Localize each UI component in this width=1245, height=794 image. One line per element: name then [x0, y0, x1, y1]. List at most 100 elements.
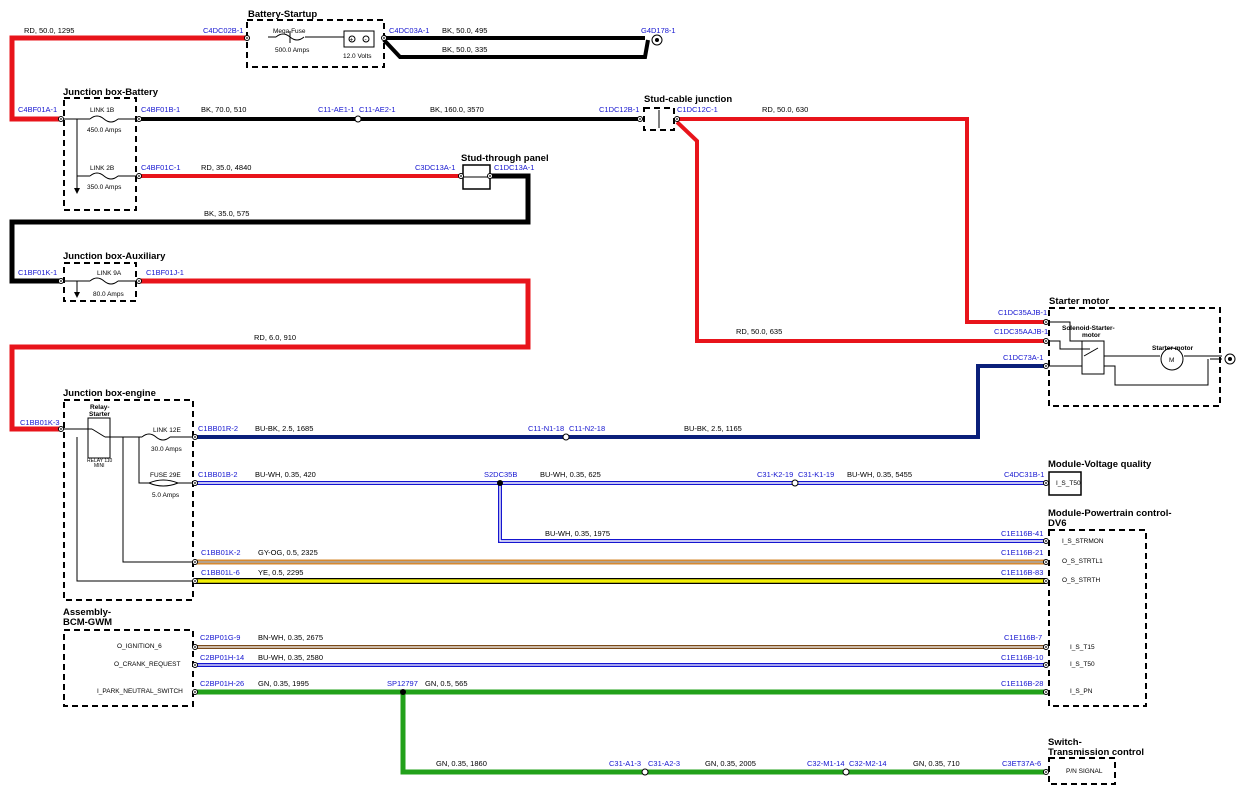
terminal-pin-dot: [138, 175, 140, 177]
wire-bubk-1685[interactable]: [195, 364, 1046, 439]
wire-rd-635[interactable]: [675, 120, 1046, 343]
conn-c11ae21[interactable]: C11-AE2-1: [359, 105, 396, 114]
conn-c1bb01k2[interactable]: C1BB01K-2: [201, 548, 241, 557]
wire-label: BU-BK, 2.5, 1685: [255, 424, 313, 433]
title-module-pcm: Module-Powertrain control-: [1048, 508, 1172, 519]
conn-c1dc13a1[interactable]: C1DC13A-1: [494, 163, 534, 172]
terminal-pin-dot: [460, 175, 462, 177]
title-battery-startup: Battery-Startup: [248, 9, 317, 20]
pin-t15: I_S_T15: [1070, 644, 1095, 651]
conn-c11n118[interactable]: C11-N1-18: [528, 424, 564, 433]
jb-engine-internals: [61, 417, 195, 582]
conn-c1e116b7[interactable]: C1E116B-7: [1004, 633, 1042, 642]
link-12e: LINK 12E: [153, 427, 181, 434]
terminal-pin-dot: [138, 280, 140, 282]
wire-rd-630[interactable]: [677, 117, 1046, 324]
terminal-pin-dot: [1045, 340, 1047, 342]
inline-connector-c31-k: [791, 479, 799, 487]
wire-label: BU-WH, 0.35, 420: [255, 470, 316, 479]
conn-c4bf01a1[interactable]: C4BF01A-1: [18, 105, 57, 114]
pin-t50: I_S_T50: [1070, 661, 1095, 668]
pin-switch-pn: P/N SIGNAL: [1066, 768, 1103, 775]
terminal-pin-dot: [194, 664, 196, 666]
conn-c1e116b83[interactable]: C1E116B-83: [1001, 568, 1043, 577]
conn-c11ae11[interactable]: C11-AE1-1: [318, 105, 355, 114]
wire-label: BK, 35.0, 575: [204, 209, 249, 218]
conn-c4dc31b1[interactable]: C4DC31B-1: [1004, 470, 1044, 479]
solenoid-label: Solenoid-Starter-: [1062, 325, 1115, 332]
terminal-pin-dot: [1045, 540, 1047, 542]
conn-c1e116b41[interactable]: C1E116B-41: [1001, 529, 1043, 538]
title-stud-cable: Stud-cable junction: [644, 94, 732, 105]
conn-c4dc02b1[interactable]: C4DC02B-1: [203, 26, 243, 35]
wire-label: RD, 50.0, 635: [736, 327, 782, 336]
starter-motor-box: [1048, 307, 1221, 407]
terminal-pin-dot: [194, 561, 196, 563]
conn-c1bb01k3[interactable]: C1BB01K-3: [20, 418, 60, 427]
wire-label: RD, 50.0, 1295: [24, 26, 74, 35]
title-switch-tc-2: Transmission control: [1048, 747, 1144, 758]
conn-c2bp01g9[interactable]: C2BP01G-9: [200, 633, 240, 642]
conn-c4bf01b1[interactable]: C4BF01B-1: [141, 105, 180, 114]
title-jb-engine: Junction box-engine: [63, 388, 156, 399]
motor-symbol: M: [1169, 357, 1174, 364]
conn-sp12797[interactable]: SP12797: [387, 679, 418, 688]
conn-c31k219[interactable]: C31-K2-19: [757, 470, 793, 479]
wire-bk-335[interactable]: [382, 38, 650, 59]
inline-connector-c11-n: [562, 433, 570, 441]
terminal-pin-dot: [194, 646, 196, 648]
inline-connector-c32-m: [842, 768, 850, 776]
fuse-29e: FUSE 29E: [150, 472, 181, 479]
conn-c32m114[interactable]: C32-M1-14: [807, 759, 845, 768]
conn-c3dc13a1[interactable]: C3DC13A-1: [415, 163, 455, 172]
conn-c1dc12c1[interactable]: C1DC12C-1: [677, 105, 718, 114]
wire-label: RD, 50.0, 630: [762, 105, 808, 114]
conn-c2bp01h26[interactable]: C2BP01H-26: [200, 679, 244, 688]
terminal-pin-dot: [639, 118, 641, 120]
terminal-pin-dot: [138, 118, 140, 120]
conn-c1bf01k1[interactable]: C1BF01K-1: [18, 268, 57, 277]
terminal-pin-dot: [194, 436, 196, 438]
conn-c31a23[interactable]: C31-A2-3: [648, 759, 680, 768]
conn-c1dc12b1[interactable]: C1DC12B-1: [599, 105, 639, 114]
conn-c1dc73a1[interactable]: C1DC73A-1: [1003, 353, 1043, 362]
conn-c3et37a6[interactable]: C3ET37A-6: [1002, 759, 1041, 768]
conn-c1e116b21[interactable]: C1E116B-21: [1001, 548, 1043, 557]
starter-motor-label: Starter motor: [1152, 345, 1194, 352]
wire-label: BU-WH, 0.35, 5455: [847, 470, 912, 479]
fuse-29e-rating: 5.0 Amps: [152, 492, 180, 499]
wire-bk-575[interactable]: [9, 173, 531, 284]
pin-bcm-ign: O_IGNITION_6: [117, 643, 162, 650]
solenoid-label-2: motor: [1082, 332, 1101, 339]
conn-c1bb01r2[interactable]: C1BB01R-2: [198, 424, 238, 433]
terminal-pin-dot: [1045, 664, 1047, 666]
conn-c1e116b28[interactable]: C1E116B-28: [1001, 679, 1043, 688]
conn-c1dc35aajb1[interactable]: C1DC35AAJB-1: [994, 327, 1048, 336]
conn-c2bp01h14[interactable]: C2BP01H-14: [200, 653, 244, 662]
terminal-pin-dot: [1045, 646, 1047, 648]
svg-text:+: +: [350, 37, 354, 44]
title-jb-aux: Junction box-Auxiliary: [63, 251, 166, 262]
conn-c31a13[interactable]: C31-A1-3: [609, 759, 641, 768]
terminal-pin-dot: [194, 580, 196, 582]
conn-c4bf01c1[interactable]: C4BF01C-1: [141, 163, 181, 172]
conn-c32m214[interactable]: C32-M2-14: [849, 759, 887, 768]
conn-c1e116b10[interactable]: C1E116B-10: [1001, 653, 1043, 662]
conn-g4d1781[interactable]: G4D178-1: [641, 26, 676, 35]
conn-c1bf01j1[interactable]: C1BF01J-1: [146, 268, 184, 277]
conn-s2dc35b[interactable]: S2DC35B: [484, 470, 517, 479]
link-12e-rating: 30.0 Amps: [151, 446, 182, 453]
conn-c1bb01b2[interactable]: C1BB01B-2: [198, 470, 238, 479]
conn-c11n218[interactable]: C11-N2-18: [569, 424, 605, 433]
link-9a-rating: 80.0 Amps: [93, 291, 124, 298]
conn-c1dc35ajb1[interactable]: C1DC35AJB-1: [998, 308, 1047, 317]
terminal-pin-dot: [60, 428, 62, 430]
inline-connector-c31-a: [641, 768, 649, 776]
wire-bk-495[interactable]: [382, 35, 645, 40]
conn-c1bb01l6[interactable]: C1BB01L-6: [201, 568, 240, 577]
module-pcm-box: [1048, 529, 1147, 707]
conn-c31k119[interactable]: C31-K1-19: [798, 470, 834, 479]
conn-c4dc03a1[interactable]: C4DC03A-1: [389, 26, 429, 35]
battery-icon: + -: [316, 30, 375, 48]
terminal-pin-dot: [246, 37, 248, 39]
